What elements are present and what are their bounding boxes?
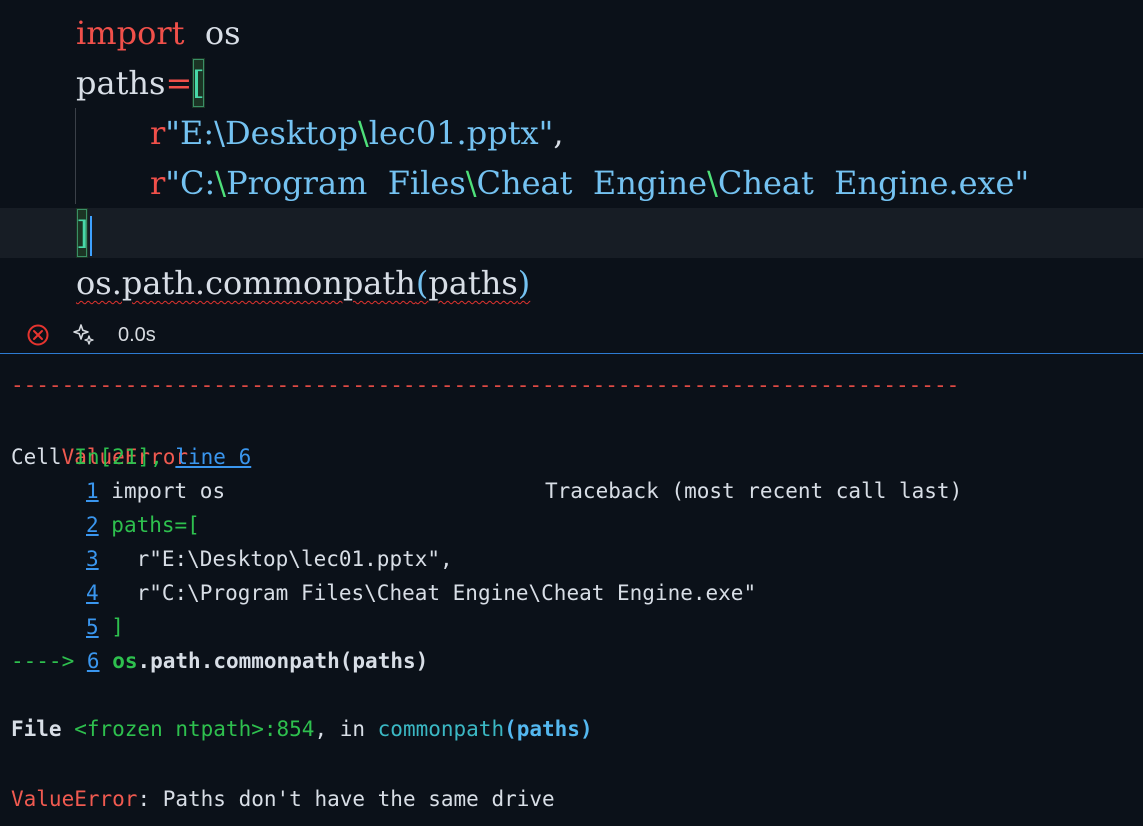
source-line-5: 5 ] — [86, 610, 124, 644]
error-arrow: ----> — [11, 649, 75, 673]
code-line-3[interactable]: r"E:\Desktop\lec01.pptx", — [0, 108, 1143, 158]
traceback-separator: ----------------------------------------… — [11, 373, 960, 397]
file-ref: <frozen ntpath>:854 — [74, 717, 315, 741]
function-call: os.path.commonpath — [76, 264, 416, 302]
path-separator: \ — [707, 164, 718, 202]
arrow-code-module: os — [112, 649, 138, 673]
traceback-header: Traceback (most recent call last) — [545, 479, 963, 503]
cell-label: Cell — [11, 445, 75, 469]
quote: " — [1014, 164, 1030, 202]
file-in: , in — [314, 717, 378, 741]
path-separator: \ — [215, 164, 227, 202]
text-cursor — [90, 215, 93, 256]
comma: , — [553, 114, 564, 152]
execution-time: 0.0s — [118, 324, 156, 346]
source-text: ] — [98, 615, 124, 639]
path-separator: \ — [357, 114, 369, 152]
file-label: File — [11, 717, 75, 741]
path-part: Cheat Engine — [476, 164, 708, 202]
quote: " — [165, 114, 181, 152]
sparkle-icon[interactable] — [72, 323, 96, 347]
paren: ( — [415, 264, 429, 302]
arrow-code: .path.commonpath(paths) — [137, 649, 429, 673]
path-part: Program Files — [226, 164, 466, 202]
code-cell[interactable]: import os paths=[ r"E:\Desktop\lec01.ppt… — [0, 0, 1143, 318]
raw-prefix: r — [150, 164, 166, 202]
final-error-line: ValueError: Paths don't have the same dr… — [11, 782, 555, 816]
variable-paths: paths — [76, 64, 166, 102]
source-text: r"E:\Desktop\lec01.pptx", — [98, 547, 453, 571]
line-link[interactable]: line 6 — [175, 445, 251, 469]
source-line-2: 2 paths=[ — [86, 508, 200, 542]
path-separator: \ — [214, 114, 225, 152]
path-part: C: — [180, 164, 216, 202]
line-number-link[interactable]: 5 — [86, 615, 99, 639]
function-args: (paths) — [504, 717, 593, 741]
path-part: E: — [180, 114, 215, 152]
code-line-2[interactable]: paths=[ — [0, 58, 1143, 108]
source-text: r"C:\Program Files\Cheat Engine\Cheat En… — [98, 581, 757, 605]
error-arrow-line: ----> 6 os.path.commonpath(paths) — [11, 644, 428, 678]
source-text: paths=[ — [98, 513, 200, 537]
error-circle-icon[interactable] — [26, 323, 50, 347]
cell-ref: In[21], — [74, 445, 176, 469]
code-line-5[interactable]: ] — [0, 208, 1143, 258]
source-line-3: 3 r"E:\Desktop\lec01.pptx", — [86, 542, 453, 576]
path-part: Cheat Engine.exe — [717, 164, 1015, 202]
line-number-link[interactable]: 2 — [86, 513, 99, 537]
file-reference-line: File <frozen ntpath>:854, in commonpath(… — [11, 712, 593, 746]
source-line-1: 1 import os — [86, 474, 225, 508]
path-part: lec01.pptx — [368, 114, 539, 152]
source-line-4: 4 r"C:\Program Files\Cheat Engine\Cheat … — [86, 576, 756, 610]
call-argument: paths — [428, 264, 518, 302]
close-bracket: ] — [76, 208, 89, 258]
path-separator: \ — [465, 164, 477, 202]
function-name: commonpath — [377, 717, 505, 741]
line-number-link[interactable]: 3 — [86, 547, 99, 571]
keyword-import: import — [76, 14, 185, 52]
cell-output: ----------------------------------------… — [0, 354, 1143, 826]
code-line-1[interactable]: import os — [0, 8, 1143, 58]
traceback-header-line: ValueError Traceback (most recent call l… — [11, 406, 1131, 503]
path-part: Desktop — [224, 114, 358, 152]
final-error-name: ValueError — [11, 787, 138, 811]
raw-prefix: r — [150, 114, 166, 152]
quote: " — [165, 164, 181, 202]
line-number-link[interactable]: 6 — [87, 649, 100, 673]
code-line-6[interactable]: os.path.commonpath(paths) — [0, 258, 1143, 308]
module-name: os — [204, 14, 241, 52]
final-error-message: : Paths don't have the same drive — [137, 787, 555, 811]
cell-status-bar: 0.0s — [0, 318, 1143, 352]
code-line-4[interactable]: r"C:\Program Files\Cheat Engine\Cheat En… — [0, 158, 1143, 208]
cell-reference-line: Cell In[21], line 6 — [11, 440, 251, 474]
paren: ) — [517, 264, 531, 302]
open-bracket: [ — [192, 58, 205, 108]
assign-operator: = — [165, 64, 193, 102]
error-underlined-call: os.path.commonpath(paths) — [76, 258, 530, 308]
quote: " — [538, 114, 554, 152]
line-number-link[interactable]: 4 — [86, 581, 99, 605]
source-text: import os — [98, 479, 226, 503]
line-number-link[interactable]: 1 — [86, 479, 99, 503]
